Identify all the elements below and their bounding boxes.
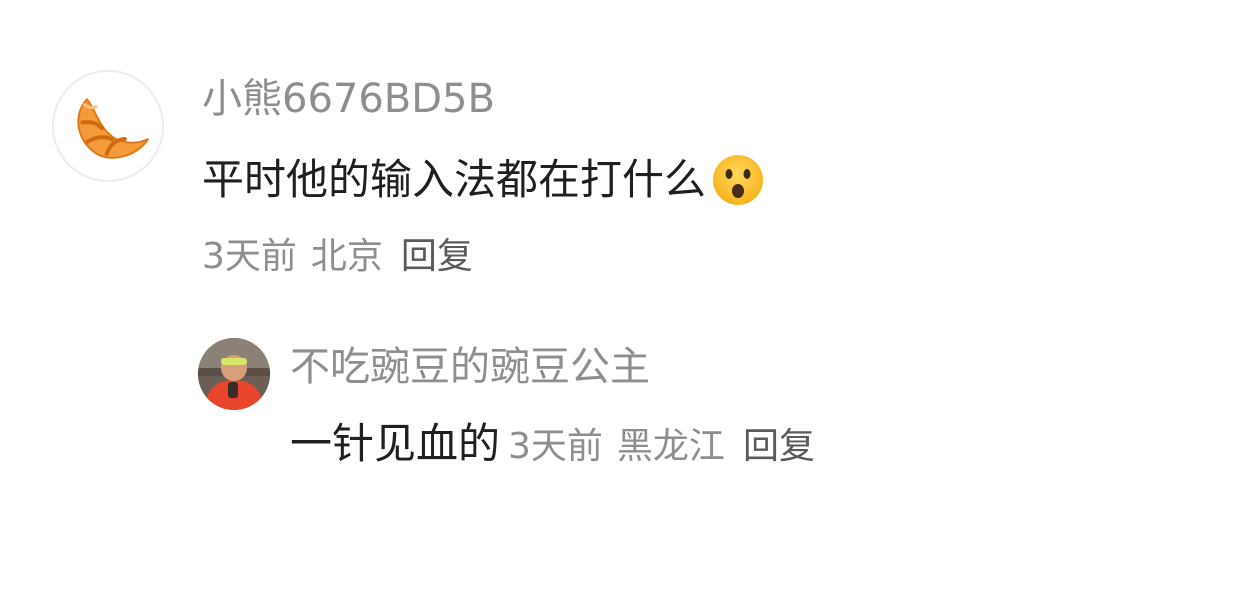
photo-avatar-icon <box>198 338 270 410</box>
reply-meta: 3天前 黑龙江 回复 <box>508 422 815 472</box>
comment-location: 北京 <box>310 236 383 277</box>
croissant-icon <box>77 97 149 159</box>
reply-reply-button[interactable]: 回复 <box>743 426 815 467</box>
reply-username[interactable]: 不吃豌豆的豌豆公主 <box>290 340 650 394</box>
reply-button[interactable]: 回复 <box>401 236 473 277</box>
reply-text: 一针见血的 <box>290 419 501 468</box>
reply-avatar[interactable] <box>198 338 270 410</box>
reply-time: 3天前 <box>508 426 603 467</box>
reply-location: 黑龙江 <box>616 426 725 467</box>
frowning-face-emoji-icon <box>710 152 766 208</box>
comment-text: 平时他的输入法都在打什么 <box>202 155 707 204</box>
reply-body: 一针见血的 3天前 黑龙江 回复 <box>290 416 815 472</box>
comment-time: 3天前 <box>202 236 297 277</box>
comment-meta: 3天前 北京 回复 <box>202 232 473 282</box>
comment-body: 平时他的输入法都在打什么 <box>202 152 766 208</box>
avatar[interactable] <box>52 70 164 182</box>
comment-username[interactable]: 小熊6676BD5B <box>202 72 495 126</box>
comment-thread: 小熊6676BD5B 平时他的输入法都在打什么 3天前 北京 回复 不吃豌豆的豌… <box>0 0 1260 601</box>
